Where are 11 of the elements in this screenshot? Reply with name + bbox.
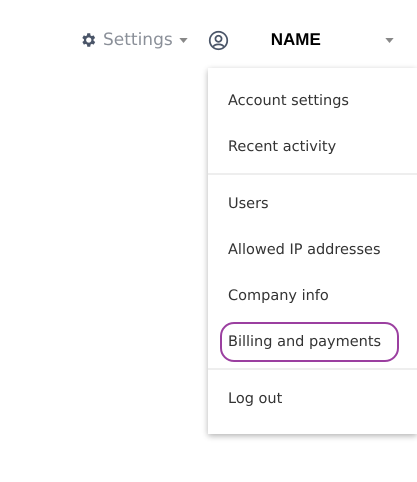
menu-item[interactable]: Log out bbox=[208, 379, 417, 419]
caret-icon[interactable] bbox=[385, 38, 394, 42]
menu-item[interactable]: Allowed IP addresses bbox=[208, 230, 417, 270]
caret-icon bbox=[178, 38, 188, 42]
menu-item[interactable]: Users bbox=[208, 184, 417, 224]
menu-item[interactable]: Company info bbox=[208, 276, 417, 316]
menu-item[interactable]: Billing and payments bbox=[220, 322, 399, 362]
menu-item[interactable]: Recent activity bbox=[208, 127, 417, 167]
user-name: NAME bbox=[270, 30, 321, 50]
menu-item[interactable]: Account settings bbox=[208, 81, 417, 121]
user-icon[interactable] bbox=[208, 30, 229, 50]
